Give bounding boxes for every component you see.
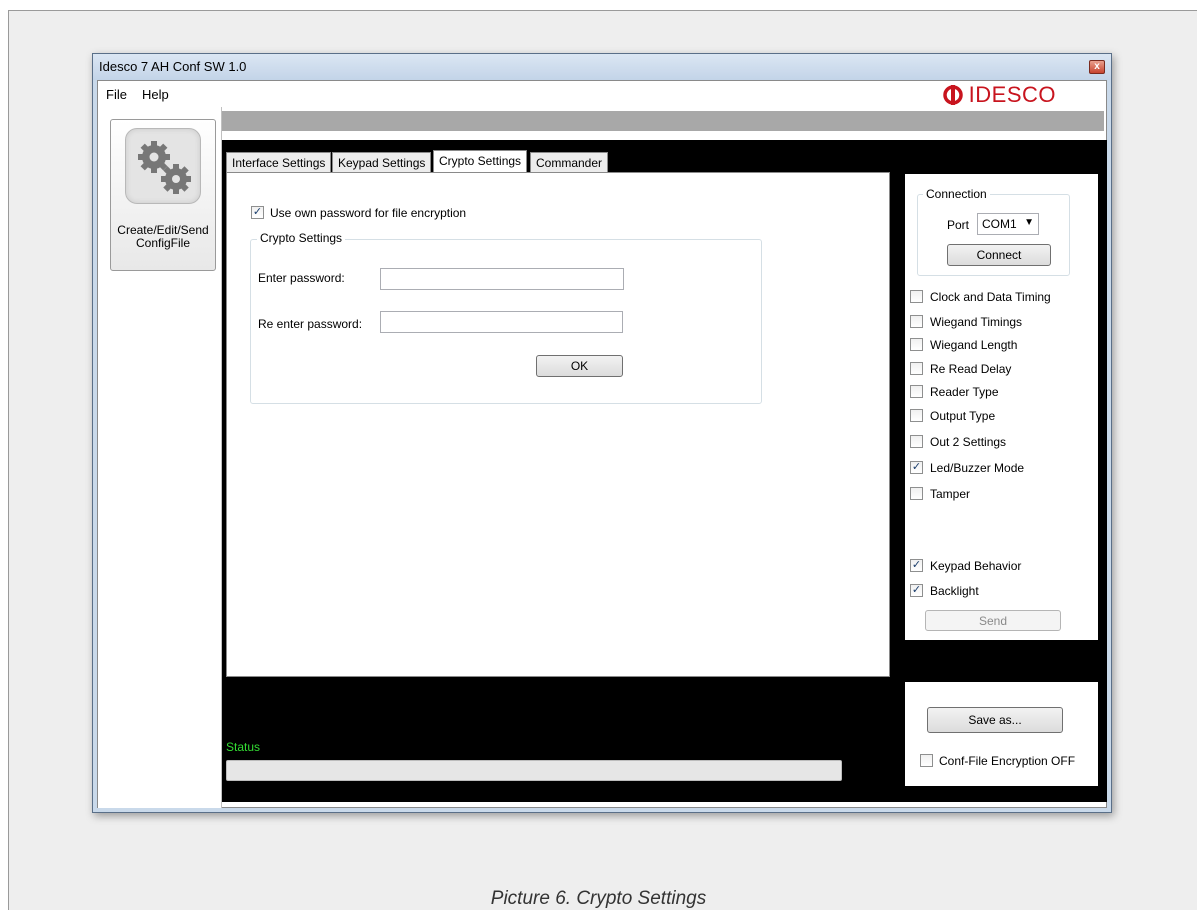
option-checkbox[interactable] [910, 315, 923, 328]
option-label: Reader Type [930, 385, 999, 399]
option-checkbox[interactable] [910, 290, 923, 303]
option-checkbox[interactable] [910, 487, 923, 500]
option-label: Keypad Behavior [930, 559, 1022, 573]
send-button[interactable]: Send [925, 610, 1061, 631]
port-select-value: COM1 [982, 217, 1017, 231]
option-label: Output Type [930, 409, 996, 423]
title-bar[interactable]: Idesco 7 AH Conf SW 1.0 x [93, 54, 1111, 80]
sidebar: Create/Edit/Send ConfigFile [98, 107, 222, 808]
reenter-password-field[interactable] [380, 311, 623, 333]
progress-strip [222, 111, 1104, 131]
option-label: Wiegand Timings [930, 315, 1023, 329]
option-checkbox[interactable]: ✓ [910, 461, 923, 474]
send-options-panel: Connection Port COM1 ▼ Connect Clock and… [905, 174, 1098, 640]
option-checkbox[interactable]: ✓ [910, 584, 923, 597]
option-label: Out 2 Settings [930, 435, 1007, 449]
save-as-button[interactable]: Save as... [927, 707, 1063, 733]
connection-group-title: Connection [923, 187, 990, 201]
tab-keypad-settings[interactable]: Keypad Settings [332, 152, 432, 172]
port-label: Port [947, 218, 970, 232]
menu-help[interactable]: Help [142, 87, 169, 102]
option-label: Re Read Delay [930, 362, 1012, 376]
close-button[interactable]: x [1089, 60, 1105, 74]
main-area: Interface Settings Keypad Settings Crypt… [222, 140, 1107, 802]
chevron-down-icon: ▼ [1024, 217, 1034, 228]
option-checkbox[interactable]: ✓ [910, 559, 923, 572]
crypto-settings-panel: ✓ Use own password for file encryption C… [226, 172, 890, 677]
create-edit-send-configfile-button[interactable]: Create/Edit/Send ConfigFile [110, 119, 216, 271]
ok-button[interactable]: OK [536, 355, 623, 377]
enter-password-field[interactable] [380, 268, 624, 290]
sidebar-label-line2: ConfigFile [135, 236, 191, 250]
sidebar-button-label: Create/Edit/Send ConfigFile [111, 224, 215, 250]
status-bar [226, 760, 842, 781]
gears-icon [125, 128, 201, 204]
use-own-password-label: Use own password for file encryption [270, 206, 467, 220]
enter-password-label: Enter password: [258, 271, 345, 285]
crypto-group-title: Crypto Settings [257, 231, 346, 245]
option-label: Wiegand Length [930, 338, 1018, 352]
app-window: Idesco 7 AH Conf SW 1.0 x File Help IDES… [92, 53, 1112, 813]
option-label: Tamper [930, 487, 971, 501]
tab-crypto-settings[interactable]: Crypto Settings [433, 150, 528, 172]
figure-caption: Picture 6. Crypto Settings [490, 888, 707, 909]
option-checkbox[interactable] [910, 435, 923, 448]
reenter-password-label: Re enter password: [258, 317, 363, 331]
option-checkbox[interactable] [910, 362, 923, 375]
option-label: Led/Buzzer Mode [930, 461, 1025, 475]
option-label: Clock and Data Timing [930, 290, 1051, 304]
close-icon: x [1094, 61, 1100, 72]
use-own-password-checkbox[interactable]: ✓ [251, 206, 264, 219]
client-area: File Help IDESCO Create/Edit/Send Config… [97, 80, 1107, 808]
idesco-logo-icon [942, 85, 963, 105]
menu-file[interactable]: File [106, 87, 127, 102]
logo-text: IDESCO [968, 82, 1056, 107]
option-checkbox[interactable] [910, 385, 923, 398]
tab-interface-settings[interactable]: Interface Settings [226, 152, 332, 172]
menu-bar: File Help [98, 81, 398, 107]
save-panel: Save as... Conf-File Encryption OFF [905, 682, 1098, 786]
connect-button[interactable]: Connect [947, 244, 1051, 266]
conf-file-encryption-checkbox[interactable] [920, 754, 933, 767]
idesco-logo: IDESCO [942, 82, 1056, 107]
port-select[interactable]: COM1 ▼ [977, 213, 1039, 235]
status-label: Status [226, 740, 261, 754]
option-checkbox[interactable] [910, 409, 923, 422]
conf-file-encryption-label: Conf-File Encryption OFF [939, 754, 1076, 768]
tab-commander[interactable]: Commander [530, 152, 609, 172]
option-label: Backlight [930, 584, 979, 598]
option-checkbox[interactable] [910, 338, 923, 351]
window-title: Idesco 7 AH Conf SW 1.0 [99, 59, 247, 74]
